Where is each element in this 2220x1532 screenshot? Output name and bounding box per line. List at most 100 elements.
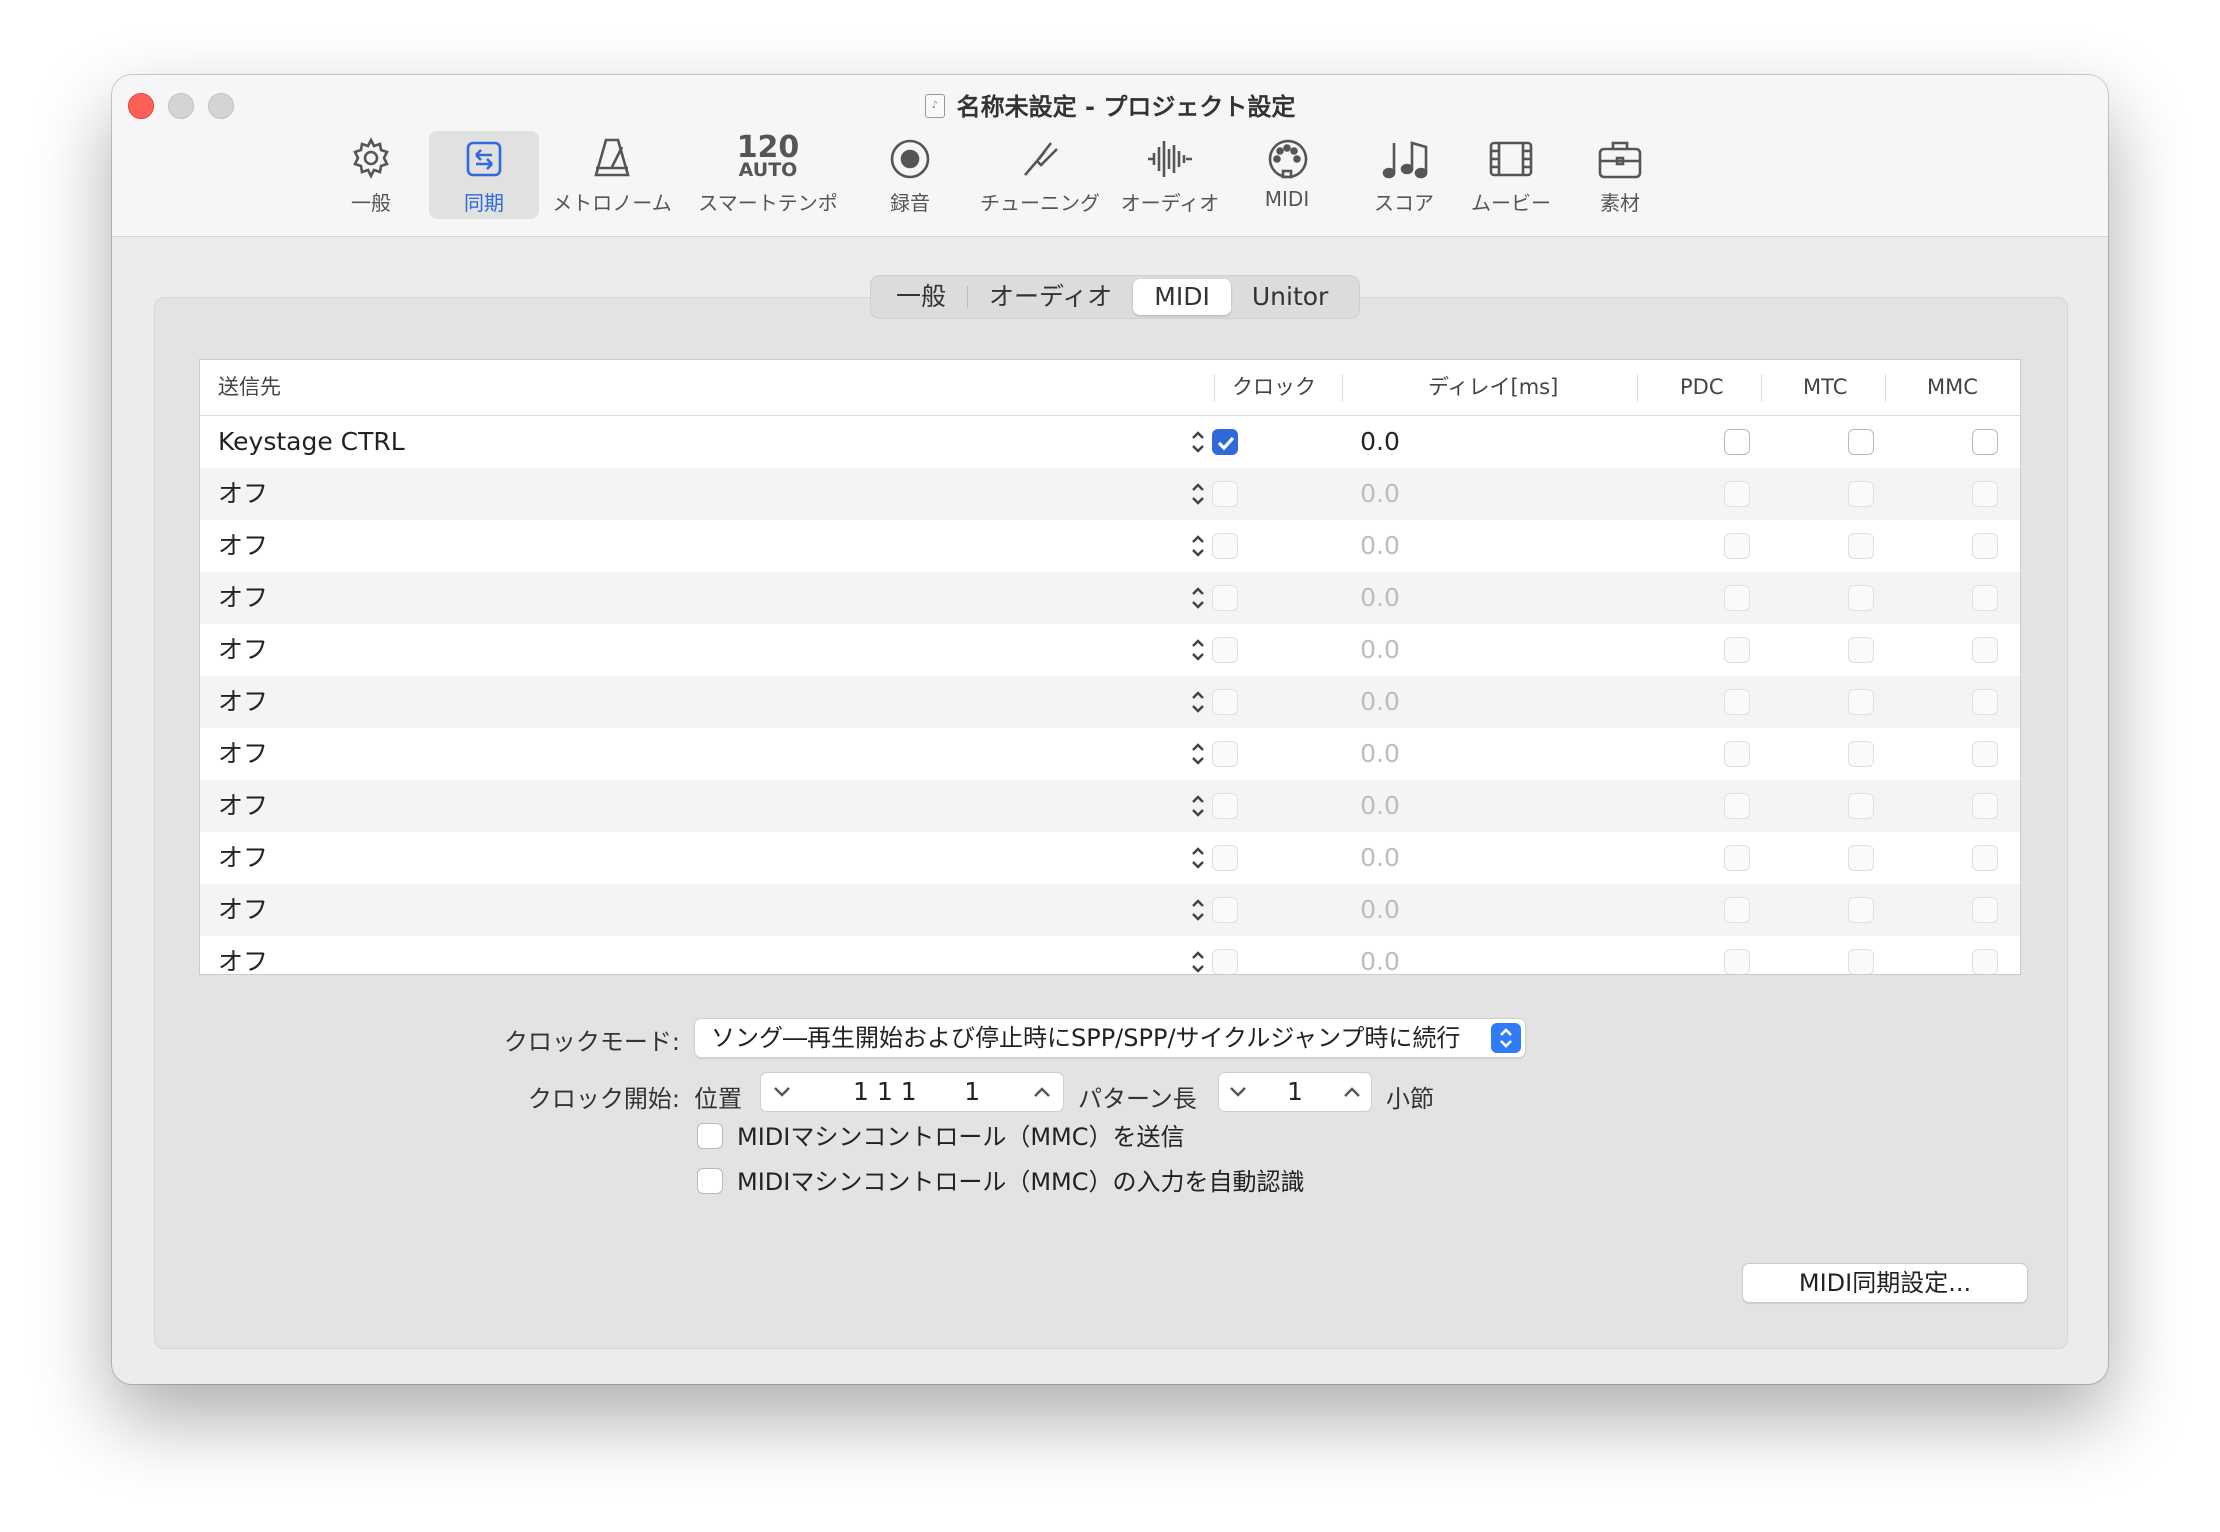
toolbar-assets[interactable]: 素材 xyxy=(1572,131,1668,219)
pdc-checkbox[interactable] xyxy=(1724,793,1750,819)
mmc-checkbox[interactable] xyxy=(1972,585,1998,611)
pattern-length-value[interactable]: 1 xyxy=(1287,1073,1303,1111)
mtc-checkbox[interactable] xyxy=(1848,429,1874,455)
updown-chevron-icon[interactable] xyxy=(1190,792,1206,820)
table-row[interactable]: オフ 0.0 xyxy=(200,572,2020,624)
clock-checkbox[interactable] xyxy=(1212,533,1238,559)
toolbar-tuning[interactable]: チューニング xyxy=(972,131,1108,219)
mmc-checkbox[interactable] xyxy=(1972,897,1998,923)
auto-mmc-checkbox[interactable] xyxy=(697,1168,723,1194)
updown-chevron-icon[interactable] xyxy=(1190,896,1206,924)
clock-checkbox[interactable] xyxy=(1212,793,1238,819)
pdc-checkbox[interactable] xyxy=(1724,689,1750,715)
tab-unitor[interactable]: Unitor xyxy=(1231,279,1349,315)
toolbar-record[interactable]: 録音 xyxy=(862,131,958,219)
updown-chevron-icon[interactable] xyxy=(1190,636,1206,664)
chevron-down-icon[interactable] xyxy=(1227,1083,1249,1101)
mtc-checkbox[interactable] xyxy=(1848,481,1874,507)
table-row[interactable]: オフ 0.0 xyxy=(200,676,2020,728)
updown-chevron-icon[interactable] xyxy=(1190,948,1206,974)
pattern-length-stepper[interactable]: 1 xyxy=(1218,1072,1372,1112)
mmc-checkbox[interactable] xyxy=(1972,741,1998,767)
delay-value[interactable]: 0.0 xyxy=(1335,468,1425,520)
pdc-checkbox[interactable] xyxy=(1724,845,1750,871)
mmc-checkbox[interactable] xyxy=(1972,689,1998,715)
midi-sync-settings-button[interactable]: MIDI同期設定... xyxy=(1742,1263,2028,1303)
mtc-checkbox[interactable] xyxy=(1848,689,1874,715)
clock-checkbox[interactable] xyxy=(1212,481,1238,507)
tab-audio[interactable]: オーディオ xyxy=(968,279,1133,315)
delay-value[interactable]: 0.0 xyxy=(1335,676,1425,728)
table-row[interactable]: オフ 0.0 xyxy=(200,624,2020,676)
updown-chevron-icon[interactable] xyxy=(1190,532,1206,560)
updown-chevron-icon[interactable] xyxy=(1190,480,1206,508)
mtc-checkbox[interactable] xyxy=(1848,845,1874,871)
pdc-checkbox[interactable] xyxy=(1724,741,1750,767)
table-row[interactable]: Keystage CTRL 0.0 xyxy=(200,416,2020,468)
mtc-checkbox[interactable] xyxy=(1848,585,1874,611)
updown-chevron-icon[interactable] xyxy=(1190,428,1206,456)
table-row[interactable]: オフ 0.0 xyxy=(200,884,2020,936)
delay-value[interactable]: 0.0 xyxy=(1335,832,1425,884)
pdc-checkbox[interactable] xyxy=(1724,637,1750,663)
pdc-checkbox[interactable] xyxy=(1724,481,1750,507)
chevron-up-icon[interactable] xyxy=(1341,1083,1363,1101)
table-row[interactable]: オフ 0.0 xyxy=(200,520,2020,572)
clock-checkbox[interactable] xyxy=(1212,741,1238,767)
pdc-checkbox[interactable] xyxy=(1724,897,1750,923)
toolbar-general[interactable]: 一般 xyxy=(323,131,419,219)
clock-checkbox[interactable] xyxy=(1212,429,1238,455)
toolbar-movie[interactable]: ムービー xyxy=(1458,131,1564,219)
send-mmc-option[interactable]: MIDIマシンコントロール（MMC）を送信 xyxy=(697,1121,1185,1153)
mmc-checkbox[interactable] xyxy=(1972,637,1998,663)
mtc-checkbox[interactable] xyxy=(1848,741,1874,767)
mmc-checkbox[interactable] xyxy=(1972,533,1998,559)
mtc-checkbox[interactable] xyxy=(1848,637,1874,663)
position-stepper[interactable]: 1 1 1 1 xyxy=(760,1072,1064,1112)
mmc-checkbox[interactable] xyxy=(1972,845,1998,871)
updown-chevron-icon[interactable] xyxy=(1190,740,1206,768)
table-row[interactable]: オフ 0.0 xyxy=(200,936,2020,974)
clock-checkbox[interactable] xyxy=(1212,845,1238,871)
mmc-checkbox[interactable] xyxy=(1972,949,1998,974)
mtc-checkbox[interactable] xyxy=(1848,897,1874,923)
chevron-up-icon[interactable] xyxy=(1031,1083,1053,1101)
toolbar-metronome[interactable]: メトロノーム xyxy=(549,131,675,219)
delay-value[interactable]: 0.0 xyxy=(1335,780,1425,832)
updown-chevron-icon[interactable] xyxy=(1190,688,1206,716)
clock-checkbox[interactable] xyxy=(1212,949,1238,974)
toolbar-midi[interactable]: MIDI xyxy=(1244,131,1330,219)
toolbar-smart-tempo[interactable]: 120 AUTO スマートテンポ xyxy=(687,131,849,219)
auto-mmc-option[interactable]: MIDIマシンコントロール（MMC）の入力を自動認識 xyxy=(697,1166,1305,1198)
mtc-checkbox[interactable] xyxy=(1848,533,1874,559)
toolbar-audio[interactable]: オーディオ xyxy=(1112,131,1228,219)
chevron-down-icon[interactable] xyxy=(771,1083,793,1101)
mmc-checkbox[interactable] xyxy=(1972,793,1998,819)
delay-value[interactable]: 0.0 xyxy=(1335,624,1425,676)
pdc-checkbox[interactable] xyxy=(1724,949,1750,974)
mtc-checkbox[interactable] xyxy=(1848,949,1874,974)
send-mmc-checkbox[interactable] xyxy=(697,1123,723,1149)
pdc-checkbox[interactable] xyxy=(1724,533,1750,559)
mmc-checkbox[interactable] xyxy=(1972,429,1998,455)
delay-value[interactable]: 0.0 xyxy=(1335,572,1425,624)
delay-value[interactable]: 0.0 xyxy=(1335,520,1425,572)
updown-chevron-icon[interactable] xyxy=(1190,584,1206,612)
pdc-checkbox[interactable] xyxy=(1724,585,1750,611)
tab-general[interactable]: 一般 xyxy=(875,279,967,315)
clock-checkbox[interactable] xyxy=(1212,637,1238,663)
table-row[interactable]: オフ 0.0 xyxy=(200,468,2020,520)
table-row[interactable]: オフ 0.0 xyxy=(200,780,2020,832)
mtc-checkbox[interactable] xyxy=(1848,793,1874,819)
clock-checkbox[interactable] xyxy=(1212,585,1238,611)
table-row[interactable]: オフ 0.0 xyxy=(200,832,2020,884)
position-value[interactable]: 1 1 1 1 xyxy=(853,1073,980,1111)
delay-value[interactable]: 0.0 xyxy=(1335,416,1425,468)
updown-chevron-icon[interactable] xyxy=(1190,844,1206,872)
toolbar-score[interactable]: スコア xyxy=(1356,131,1452,219)
delay-value[interactable]: 0.0 xyxy=(1335,728,1425,780)
clock-checkbox[interactable] xyxy=(1212,689,1238,715)
toolbar-sync[interactable]: 同期 xyxy=(429,131,539,219)
clock-mode-popup[interactable]: ソング―再生開始および停止時にSPP/SPP/サイクルジャンプ時に続行 xyxy=(694,1018,1526,1058)
table-row[interactable]: オフ 0.0 xyxy=(200,728,2020,780)
